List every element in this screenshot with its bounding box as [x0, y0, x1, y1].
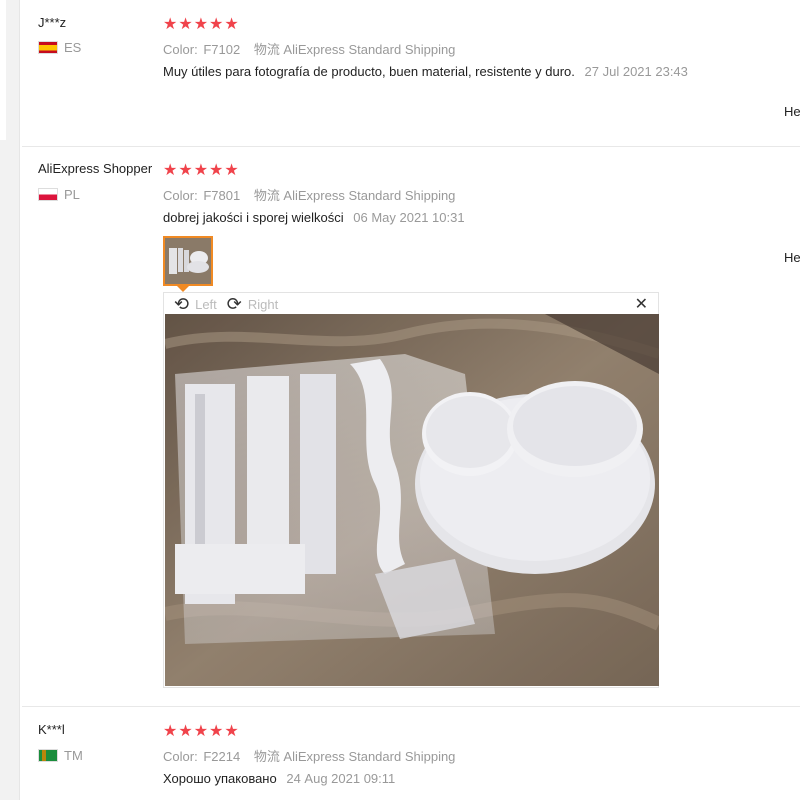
- flag-es-icon: [38, 41, 58, 54]
- reviewer-country: TM: [38, 748, 83, 763]
- left-gutter: [0, 0, 20, 800]
- reviewer-name: J***z: [38, 15, 67, 30]
- color-value: F7801: [203, 188, 241, 203]
- flag-tm-icon: [38, 749, 58, 762]
- photo-viewer: ⟲ Left ⟳ Right ✕: [163, 292, 659, 688]
- country-code: PL: [64, 187, 80, 202]
- shipping-method: 物流 AliExpress Standard Shipping: [253, 749, 456, 764]
- review-date: 27 Jul 2021 23:43: [584, 64, 688, 79]
- color-label: Color:: [163, 42, 198, 57]
- rotate-left-label: Left: [195, 296, 217, 312]
- color-label: Color:: [163, 188, 198, 203]
- review-item: J***z ES ★★★★★ Color: F7102 物流 AliExpres…: [22, 0, 800, 147]
- star-rating: ★★★★★: [163, 162, 240, 179]
- helpful-button[interactable]: He: [784, 250, 800, 265]
- rotate-left-icon: ⟲: [174, 294, 190, 314]
- reviewer-country: ES: [38, 40, 81, 55]
- review-photo: [165, 314, 659, 686]
- viewer-toolbar: ⟲ Left ⟳ Right ✕: [164, 293, 658, 315]
- review-meta: Color: F2214 物流 AliExpress Standard Ship…: [163, 746, 455, 765]
- review-date: 06 May 2021 10:31: [353, 210, 465, 225]
- review-item: K***l TM ★★★★★ Color: F2214 物流 AliExpres…: [22, 707, 800, 800]
- color-value: F7102: [203, 42, 241, 57]
- color-value: F2214: [203, 749, 241, 764]
- reviews-page: J***z ES ★★★★★ Color: F7102 物流 AliExpres…: [0, 0, 800, 800]
- country-code: TM: [64, 748, 83, 763]
- rotate-right-label: Right: [247, 296, 279, 312]
- shipping-method: 物流 AliExpress Standard Shipping: [253, 42, 456, 57]
- reviewer-name: AliExpress Shopper: [38, 161, 153, 176]
- helpful-button[interactable]: He: [784, 104, 800, 119]
- review-photo-thumbnail[interactable]: [163, 236, 213, 286]
- country-code: ES: [64, 40, 82, 55]
- close-icon[interactable]: ✕: [635, 294, 648, 314]
- review-date: 24 Aug 2021 09:11: [286, 771, 396, 786]
- review-meta: Color: F7102 物流 AliExpress Standard Ship…: [163, 39, 455, 58]
- reviewer-name: K***l: [38, 722, 65, 737]
- color-label: Color:: [163, 749, 198, 764]
- review-text: Muy útiles para fotografía de producto, …: [163, 64, 575, 79]
- reviewer-country: PL: [38, 187, 80, 202]
- review-text: dobrej jakości i sporej wielkości: [163, 210, 344, 225]
- rotate-left-button[interactable]: ⟲ Left: [174, 295, 217, 313]
- star-rating: ★★★★★: [163, 723, 240, 740]
- star-rating: ★★★★★: [163, 16, 240, 33]
- rotate-right-icon: ⟳: [226, 294, 242, 314]
- review-text-row: dobrej jakości i sporej wielkości 06 May…: [163, 210, 465, 225]
- review-meta: Color: F7801 物流 AliExpress Standard Ship…: [163, 185, 455, 204]
- flag-pl-icon: [38, 188, 58, 201]
- rotate-right-button[interactable]: ⟳ Right: [227, 295, 278, 313]
- review-text-row: Хорошо упаковано 24 Aug 2021 09:11: [163, 771, 395, 786]
- shipping-method: 物流 AliExpress Standard Shipping: [253, 188, 456, 203]
- review-text-row: Muy útiles para fotografía de producto, …: [163, 64, 688, 79]
- review-text: Хорошо упаковано: [163, 771, 277, 786]
